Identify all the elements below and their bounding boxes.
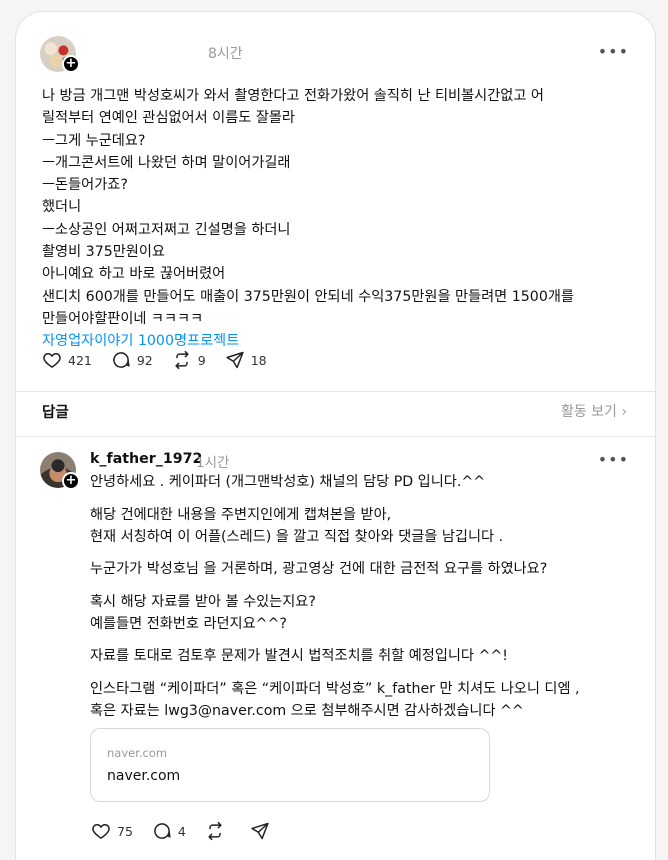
repost-icon [175,350,189,370]
repost-count: 9 [197,352,206,368]
link-preview-card[interactable]: naver.com naver.com [90,728,490,802]
post-timestamp: 8시간 [208,46,243,62]
comment-button[interactable]: 92 [111,350,153,370]
comment-count: 92 [136,352,153,368]
comment-button[interactable]: 4 [152,821,186,841]
view-activity-link[interactable]: 활동 보기 › [561,401,627,421]
reply-line: 안녕하세요 . 케이파더 (개그맨박성호) 채널의 담당 PD 입니다.^^ [90,474,486,490]
post-line: 샌디치 600개를 만들어도 매출이 375만원이 안되네 수익375만원을 만… [42,288,574,305]
follow-plus-icon[interactable]: + [62,472,80,490]
post-line: 릴적부터 연예인 관심없어서 이름도 잘몰라 [42,110,295,127]
reply-action-bar: 75 4 [91,821,295,841]
post-line: ㅡ돈들어가죠? [42,177,128,194]
share-button[interactable] [250,821,276,841]
thread-card: + 8시간 ••• 나 방금 개그맨 박성호씨가 와서 촬영한다고 전화가왔어 … [15,11,656,860]
post-text: 나 방금 개그맨 박성호씨가 와서 촬영한다고 전화가왔어 솔직히 난 티비볼시… [42,85,642,353]
like-count: 75 [117,823,133,839]
post-line: ㅡ개그콘서트에 나왔던 하며 말이어가길래 [42,154,291,171]
more-options-icon[interactable]: ••• [598,452,629,468]
reply-line: 현재 서칭하여 이 어플(스레드) 을 깔고 직접 찾아와 댓글을 남깁니다 . [90,528,504,545]
link-preview-domain: naver.com [107,746,168,760]
repost-button[interactable] [205,821,231,841]
divider [16,391,655,392]
reply-line: 인스타그램 “케이파더” 혹은 “케이파더 박성호” k_father 만 치셔… [90,680,580,697]
replies-heading: 답글 [42,405,69,421]
send-icon [251,822,269,840]
send-icon [226,351,244,369]
link-preview-title: naver.com [107,768,181,784]
comment-bubble-icon [113,352,130,368]
post-action-bar: 421 92 9 18 [42,350,286,370]
post-line: 만들어야할판이네 ㅋㅋㅋㅋ [42,310,204,327]
reply-text: 안녕하세요 . 케이파더 (개그맨박성호) 채널의 담당 PD 입니다.^^ 해… [90,471,642,732]
reply-line: 해당 건에대한 내용을 주변지인에게 캡쳐본을 받아, [90,506,392,523]
heart-icon [43,353,61,368]
heart-icon [92,824,110,839]
reply-line: 예를들면 전화번호 라던지요^^? [90,615,287,632]
like-button[interactable]: 75 [91,821,133,841]
repost-icon [208,821,222,841]
reply-line: 자료를 토대로 검토후 문제가 발견시 법적조치를 취할 예정입니다 ^^! [90,648,508,664]
reply-line: 혹은 자료는 lwg3@naver.com 으로 첨부해주시면 감사하겠습니다 … [90,702,524,719]
post-line: 나 방금 개그맨 박성호씨가 와서 촬영한다고 전화가왔어 솔직히 난 티비볼시… [42,88,544,104]
post-line: ㅡ그게 누군데요? [42,132,146,149]
reply-line: 혹시 해당 자료를 받아 볼 수있는지요? [90,593,316,610]
share-count: 18 [250,352,267,368]
comment-count: 4 [177,823,186,839]
like-button[interactable]: 421 [42,350,92,370]
comment-bubble-icon [154,823,171,839]
like-count: 421 [68,352,92,368]
post-line: 촬영비 375만원이요 [42,244,165,261]
more-options-icon[interactable]: ••• [598,44,629,60]
follow-plus-icon[interactable]: + [62,55,80,73]
post-line: 했더니 [42,199,82,216]
post-line: ㅡ소상공인 어쩌고저쩌고 긴설명을 하더니 [42,221,291,238]
reply-timestamp: 1시간 [196,455,230,471]
share-button[interactable]: 18 [225,350,267,370]
repost-button[interactable]: 9 [172,350,206,370]
reply-line: 누군가가 박성호님 을 거론하며, 광고영상 건에 대한 금전적 요구를 하였나… [90,561,548,577]
reply-username[interactable]: k_father_1972 [90,451,202,467]
post-line: 아니예요 하고 바로 끊어버렸어 [42,266,226,283]
divider [16,436,655,437]
